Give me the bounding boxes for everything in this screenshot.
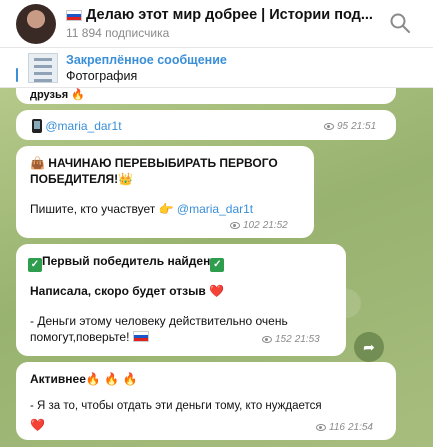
message-text: - Я за то, чтобы отдать эти деньги тому,… (30, 400, 322, 412)
message-time: 21:51 (351, 121, 377, 132)
message-headline: Активнее🔥 🔥 🔥 (30, 372, 138, 386)
message-text: @maria_dar1t (32, 119, 122, 133)
pinned-text: Фотография (66, 69, 138, 83)
subscriber-count: 11 894 подписчика (66, 26, 170, 40)
message-headline: ✓ Первый победитель найден ✓ (28, 254, 225, 272)
pinned-label: Закреплённое сообщение (66, 53, 227, 67)
checkmark-icon: ✓ (28, 258, 42, 272)
message-bubble-partial: друзья 🔥 (16, 88, 396, 104)
message-headline: 👜 НАЧИНАЮ ПЕРЕВЫБИРАТЬ ПЕРВОГО (30, 156, 278, 170)
message-time: 21:54 (347, 422, 373, 433)
message-bubble[interactable]: @maria_dar1t 95 21:51 (16, 110, 396, 140)
message-text: - Деньги этому человеку действительно оч… (30, 314, 288, 328)
message-text: друзья 🔥 (30, 89, 85, 101)
message-meta: 116 21:54 (316, 422, 373, 433)
search-icon[interactable] (388, 11, 412, 35)
message-bubble[interactable]: 👜 НАЧИНАЮ ПЕРЕВЫБИРАТЬ ПЕРВОГО ПОБЕДИТЕЛ… (16, 146, 314, 238)
channel-avatar[interactable] (16, 4, 56, 44)
message-headline-text: Первый победитель найден (42, 254, 211, 268)
channel-title: Делаю этот мир добрее | Истории под... (86, 7, 373, 23)
view-count: 152 (275, 334, 292, 345)
view-count: 95 (337, 121, 349, 132)
channel-title-row[interactable]: Делаю этот мир добрее | Истории под... (66, 6, 382, 24)
message-meta: 102 21:52 (230, 220, 288, 231)
share-button[interactable]: ➦ (354, 332, 384, 362)
chat-area[interactable]: друзья 🔥 @maria_dar1t 95 21:51 👜 НАЧИНАЮ… (0, 88, 433, 447)
mention-link[interactable]: @maria_dar1t (177, 202, 253, 216)
russia-flag-icon (132, 331, 149, 342)
message-text: Пишите, кто участвует 👉 @maria_dar1t (30, 202, 253, 216)
message-text: ❤️ (30, 418, 45, 432)
pinned-indicator (16, 68, 18, 82)
views-icon (230, 222, 240, 229)
checkmark-icon: ✓ (210, 258, 225, 272)
phone-icon (32, 119, 42, 133)
message-text: помогут,поверьте! (30, 330, 149, 344)
message-body: Пишите, кто участвует 👉 (30, 202, 177, 216)
pinned-thumbnail (28, 53, 58, 83)
views-icon (324, 123, 334, 130)
message-text: Написала, скоро будет отзыв ❤️ (30, 284, 225, 298)
message-time: 21:53 (294, 334, 320, 345)
views-icon (316, 424, 326, 431)
channel-header: Делаю этот мир добрее | Истории под... 1… (0, 0, 433, 48)
mention-link[interactable]: @maria_dar1t (45, 119, 121, 133)
share-arrow-icon: ➦ (363, 339, 375, 355)
message-meta: 152 21:53 (262, 334, 320, 345)
pinned-message-bar[interactable]: Закреплённое сообщение Фотография (0, 48, 433, 88)
message-time: 21:52 (262, 220, 288, 231)
message-text-line: помогут,поверьте! (30, 330, 133, 344)
russia-flag-icon (66, 9, 82, 21)
views-icon (262, 336, 272, 343)
message-headline: ПОБЕДИТЕЛЯ!👑 (30, 172, 134, 186)
message-bubble[interactable]: Активнее🔥 🔥 🔥 - Я за то, чтобы отдать эт… (16, 362, 396, 440)
view-count: 116 (329, 422, 345, 433)
view-count: 102 (243, 220, 260, 231)
message-meta: 95 21:51 (324, 121, 376, 132)
message-bubble[interactable]: ✓ Первый победитель найден ✓ Написала, ско… (16, 244, 346, 356)
